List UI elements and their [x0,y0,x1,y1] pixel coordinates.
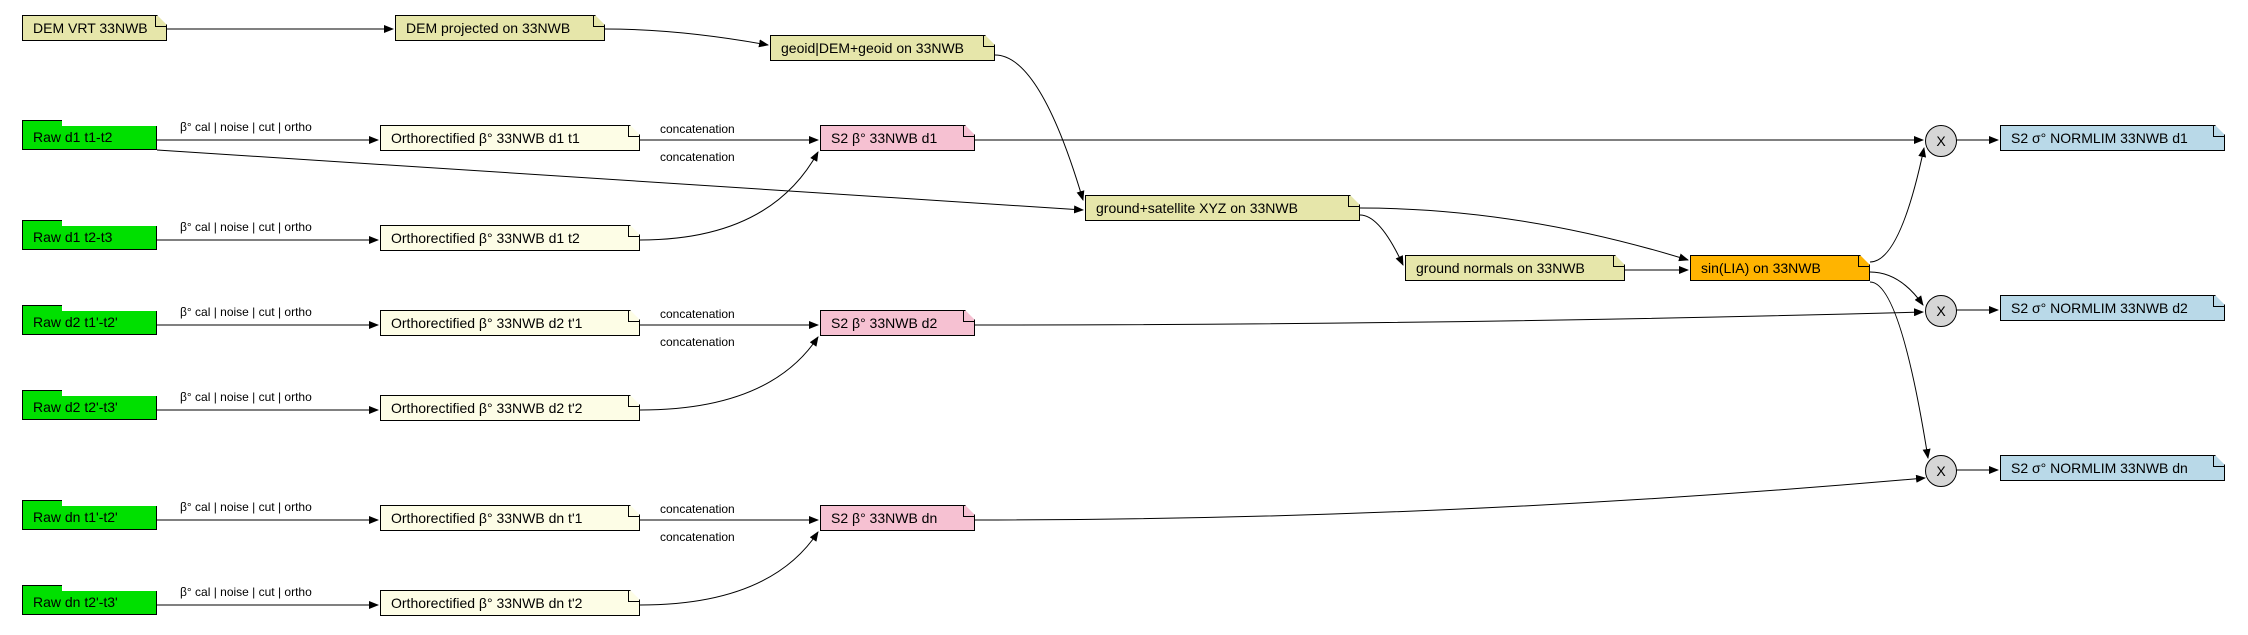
node-ground-norm: ground normals on 33NWB [1405,255,1625,281]
edge-label-concat-1a: concatenation [660,122,735,136]
arrows-layer [0,0,2248,635]
node-raw-dn-t2: Raw dn t2'-t3' [22,585,157,615]
label: X [1936,463,1945,479]
edge-label-concat-2a: concatenation [660,307,735,321]
label: Orthorectified β° 33NWB d1 t2 [391,230,580,246]
node-out-d1: S2 σ° NORMLIM 33NWB d1 [2000,125,2225,151]
node-dem-vrt: DEM VRT 33NWB [22,15,167,41]
edge-label-pipeline-1: β° cal | noise | cut | ortho [180,120,312,134]
edge-label-pipeline-5: β° cal | noise | cut | ortho [180,500,312,514]
node-ground-sat: ground+satellite XYZ on 33NWB [1085,195,1360,221]
label: S2 σ° NORMLIM 33NWB d1 [2011,130,2188,146]
node-geoid: geoid|DEM+geoid on 33NWB [770,35,995,61]
label: geoid|DEM+geoid on 33NWB [781,40,964,56]
edge-label-pipeline-6: β° cal | noise | cut | ortho [180,585,312,599]
label: Orthorectified β° 33NWB d2 t'1 [391,315,582,331]
label: S2 σ° NORMLIM 33NWB d2 [2011,300,2188,316]
node-mult-d1: X [1925,125,1957,157]
node-out-d2: S2 σ° NORMLIM 33NWB d2 [2000,295,2225,321]
label: Raw dn t2'-t3' [33,594,118,610]
node-raw-d1-t2: Raw d1 t2-t3 [22,220,157,250]
label: Raw d1 t1-t2 [33,129,112,145]
label: DEM projected on 33NWB [406,20,570,36]
node-dem-proj: DEM projected on 33NWB [395,15,605,41]
label: S2 β° 33NWB dn [831,510,937,526]
node-s2b-d1: S2 β° 33NWB d1 [820,125,975,151]
edge-label-concat-3b: concatenation [660,530,735,544]
label: Raw d2 t2'-t3' [33,399,118,415]
edge-label-concat-1b: concatenation [660,150,735,164]
node-mult-dn: X [1925,455,1957,487]
label: X [1936,133,1945,149]
label: S2 σ° NORMLIM 33NWB dn [2011,460,2188,476]
edge-label-pipeline-2: β° cal | noise | cut | ortho [180,220,312,234]
node-out-dn: S2 σ° NORMLIM 33NWB dn [2000,455,2225,481]
label: Raw dn t1'-t2' [33,509,118,525]
label: Orthorectified β° 33NWB dn t'2 [391,595,582,611]
label: Orthorectified β° 33NWB dn t'1 [391,510,582,526]
node-ortho-d2-t1: Orthorectified β° 33NWB d2 t'1 [380,310,640,336]
node-sin-lia: sin(LIA) on 33NWB [1690,255,1870,281]
node-s2b-d2: S2 β° 33NWB d2 [820,310,975,336]
edge-label-pipeline-3: β° cal | noise | cut | ortho [180,305,312,319]
node-mult-d2: X [1925,295,1957,327]
label: DEM VRT 33NWB [33,20,148,36]
edge-label-concat-3a: concatenation [660,502,735,516]
label: ground+satellite XYZ on 33NWB [1096,200,1298,216]
node-ortho-dn-t1: Orthorectified β° 33NWB dn t'1 [380,505,640,531]
label: Raw d1 t2-t3 [33,229,112,245]
label: S2 β° 33NWB d2 [831,315,937,331]
label: X [1936,303,1945,319]
node-s2b-dn: S2 β° 33NWB dn [820,505,975,531]
label: Orthorectified β° 33NWB d1 t1 [391,130,580,146]
label: Orthorectified β° 33NWB d2 t'2 [391,400,582,416]
node-ortho-d1-t2: Orthorectified β° 33NWB d1 t2 [380,225,640,251]
node-raw-d2-t1: Raw d2 t1'-t2' [22,305,157,335]
node-ortho-d1-t1: Orthorectified β° 33NWB d1 t1 [380,125,640,151]
edge-label-pipeline-4: β° cal | noise | cut | ortho [180,390,312,404]
node-raw-d1-t1: Raw d1 t1-t2 [22,120,157,150]
label: sin(LIA) on 33NWB [1701,260,1821,276]
label: S2 β° 33NWB d1 [831,130,937,146]
label: Raw d2 t1'-t2' [33,314,118,330]
edge-label-concat-2b: concatenation [660,335,735,349]
node-ortho-d2-t2: Orthorectified β° 33NWB d2 t'2 [380,395,640,421]
node-raw-dn-t1: Raw dn t1'-t2' [22,500,157,530]
node-raw-d2-t2: Raw d2 t2'-t3' [22,390,157,420]
label: ground normals on 33NWB [1416,260,1585,276]
node-ortho-dn-t2: Orthorectified β° 33NWB dn t'2 [380,590,640,616]
